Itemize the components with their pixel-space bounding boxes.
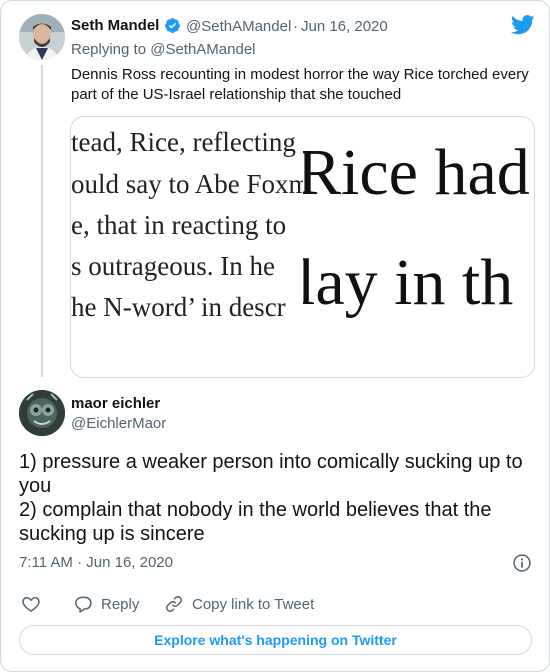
reply-label: Reply — [101, 595, 140, 613]
media-right-crop: Rice had lay in th — [303, 117, 534, 377]
replying-to-line: Replying to @SethAMandel — [71, 41, 256, 58]
main-tweet-line: 1) pressure a weaker person into comical… — [19, 451, 523, 497]
avatar-maor-eichler[interactable] — [19, 390, 65, 436]
author-handle[interactable]: @SethAMandel — [186, 18, 291, 35]
reply-author-name[interactable]: maor eichler — [71, 395, 160, 412]
reply-author-handle[interactable]: @EichlerMaor — [71, 415, 166, 432]
header-separator: · — [293, 18, 298, 35]
tweet-embed-card: Seth Mandel @SethAMandel · Jun 16, 2020 … — [0, 0, 550, 672]
thread-connector-line — [41, 65, 43, 377]
reply-button[interactable]: Reply — [73, 594, 139, 614]
media-text-line: tead, Rice, reflecting — [71, 127, 296, 157]
twitter-bird-icon[interactable] — [511, 15, 535, 35]
verified-badge-icon — [165, 18, 180, 33]
tweet-text: Dennis Ross recounting in modest horror … — [71, 66, 529, 103]
tweet-timestamp[interactable]: 7:11 AM · Jun 16, 2020 — [19, 554, 173, 571]
reply-bubble-icon — [75, 596, 92, 613]
replying-to-mention[interactable]: @SethAMandel — [150, 41, 255, 58]
media-text-line: s outrageous. In he — [71, 251, 275, 281]
heart-icon[interactable] — [21, 594, 41, 614]
info-icon[interactable] — [512, 553, 532, 573]
link-icon — [166, 596, 182, 612]
media-large-text-line: Rice had — [303, 136, 530, 209]
avatar-seth-mandel[interactable] — [19, 14, 65, 60]
media-text-line: ould say to Abe Foxm — [71, 169, 303, 199]
main-tweet-text: 1) pressure a weaker person into comical… — [19, 450, 534, 546]
media-text-line: e, that in reacting to — [71, 210, 287, 240]
media-left-crop: tead, Rice, reflecting ould say to Abe F… — [71, 117, 303, 377]
author-name[interactable]: Seth Mandel — [71, 17, 159, 34]
main-tweet-line: 2) complain that nobody in the world bel… — [19, 499, 492, 545]
tweet-date[interactable]: Jun 16, 2020 — [301, 18, 388, 35]
replying-to-prefix: Replying to — [71, 41, 151, 58]
media-large-text-line: lay in th — [303, 246, 514, 319]
media-text-line: he N-word’ in descr — [71, 292, 286, 322]
copy-link-button[interactable]: Copy link to Tweet — [164, 594, 314, 614]
tweet-media-image[interactable]: tead, Rice, reflecting ould say to Abe F… — [70, 116, 535, 378]
avatar-image — [19, 390, 65, 436]
explore-twitter-button[interactable]: Explore what's happening on Twitter — [19, 625, 532, 655]
avatar-image — [19, 14, 65, 60]
copy-link-label: Copy link to Tweet — [192, 595, 315, 613]
